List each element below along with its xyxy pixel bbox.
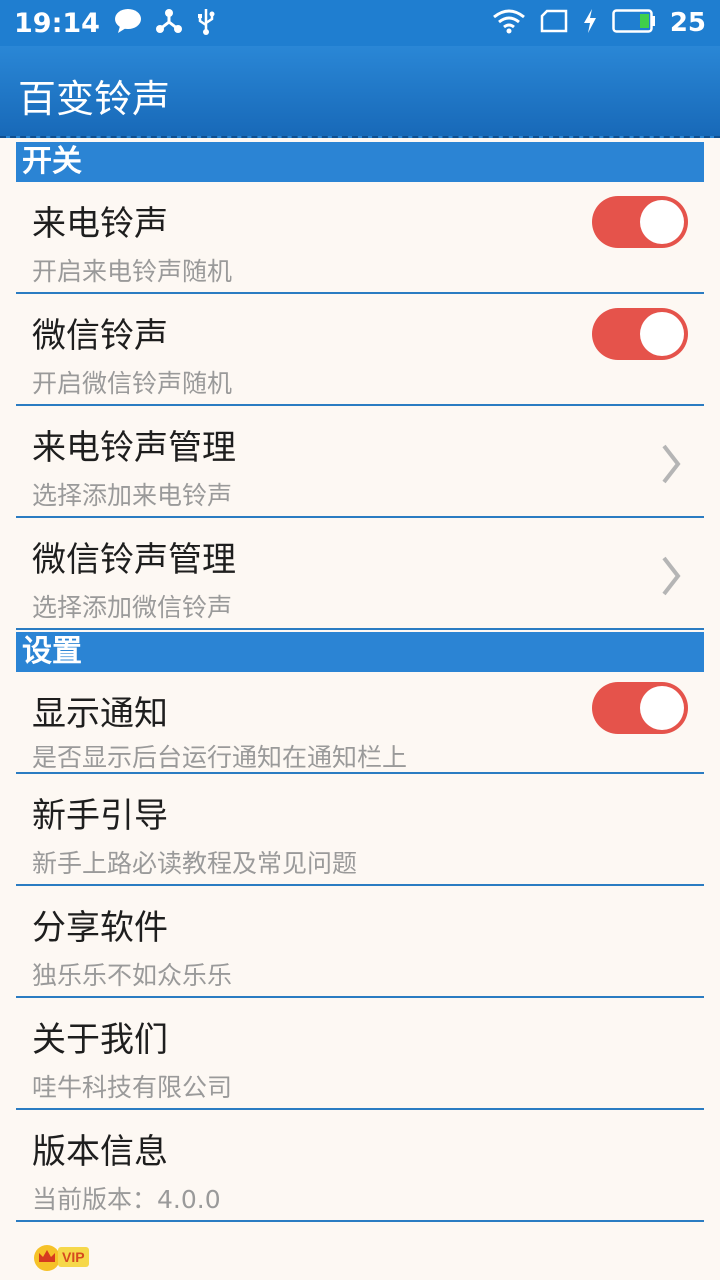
sim-icon [540,9,568,37]
row-title: 显示通知 [32,694,168,734]
app-title: 百变铃声 [18,77,171,121]
row-wechat-ringtone-manage[interactable]: 微信铃声管理 选择添加微信铃声 [16,518,704,630]
section-header-settings: 设置 [16,632,704,672]
chevron-right-icon [662,444,681,484]
chevron-right-icon [662,556,681,596]
row-about-us[interactable]: 关于我们 哇牛科技有限公司 [16,998,704,1110]
row-subtitle: 当前版本：4.0.0 [32,1185,221,1214]
row-show-notification[interactable]: 显示通知 是否显示后台运行通知在通知栏上 [16,672,704,774]
row-title: 来电铃声 [32,204,168,244]
message-icon [114,8,142,38]
row-subtitle: 哇牛科技有限公司 [32,1073,233,1102]
row-beginner-guide[interactable]: 新手引导 新手上路必读教程及常见问题 [16,774,704,886]
row-subtitle: 选择添加来电铃声 [32,481,233,510]
row-title: 新手引导 [32,796,168,836]
row-version-info[interactable]: 版本信息 当前版本：4.0.0 [16,1110,704,1222]
row-title: 微信铃声 [32,316,168,356]
vip-button[interactable]: VIP [32,1242,89,1272]
status-time: 19:14 [14,7,100,39]
battery-icon [612,9,656,37]
row-subtitle: 是否显示后台运行通知在通知栏上 [32,743,408,772]
row-wechat-ringtone[interactable]: 微信铃声 开启微信铃声随机 [16,294,704,406]
share-icon [155,8,182,38]
row-title: 关于我们 [32,1020,168,1060]
show-notification-toggle[interactable] [592,682,688,734]
toggle-knob [640,312,684,356]
row-subtitle: 新手上路必读教程及常见问题 [32,849,358,878]
row-subtitle: 开启微信铃声随机 [32,369,233,398]
row-title: 来电铃声管理 [32,428,236,468]
row-incoming-ringtone[interactable]: 来电铃声 开启来电铃声随机 [16,182,704,294]
wechat-ringtone-toggle[interactable] [592,308,688,360]
row-title: 版本信息 [32,1132,168,1172]
usb-icon [196,7,216,39]
app-bar: 百变铃声 [0,46,720,138]
charging-icon [582,8,598,38]
row-subtitle: 开启来电铃声随机 [32,257,233,286]
battery-level: 25 [669,8,706,38]
toggle-knob [640,686,684,730]
status-bar: 19:14 25 [0,0,720,46]
section-header-switches: 开关 [16,142,704,182]
vip-label: VIP [58,1247,89,1267]
row-share-app[interactable]: 分享软件 独乐乐不如众乐乐 [16,886,704,998]
wifi-icon [492,8,526,38]
row-subtitle: 独乐乐不如众乐乐 [32,961,233,990]
row-incoming-ringtone-manage[interactable]: 来电铃声管理 选择添加来电铃声 [16,406,704,518]
toggle-knob [640,200,684,244]
row-title: 微信铃声管理 [32,540,236,580]
row-title: 分享软件 [32,908,168,948]
row-subtitle: 选择添加微信铃声 [32,593,233,622]
incoming-ringtone-toggle[interactable] [592,196,688,248]
